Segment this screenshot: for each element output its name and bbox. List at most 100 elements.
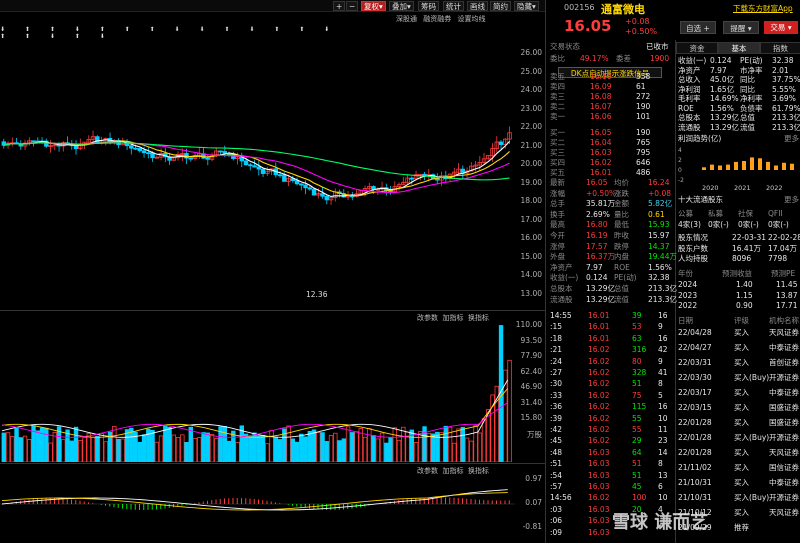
zoom-out-button[interactable]: −: [346, 1, 359, 11]
fund-label: 负债率: [740, 103, 763, 113]
report-date: 22/04/27: [678, 343, 712, 352]
trade-button[interactable]: 交易 ▾: [764, 21, 798, 34]
tick-volume: 75: [632, 390, 642, 400]
ask-price: 16.08: [590, 92, 612, 101]
low-price-label: 12.36: [306, 290, 328, 299]
quote-label: 外盘: [550, 252, 565, 262]
volume-bar: [265, 443, 270, 462]
chips-button[interactable]: 筹码: [418, 1, 439, 11]
quote-label: 涨跌: [614, 188, 629, 198]
kline-chart[interactable]: [0, 36, 515, 311]
macd-chart[interactable]: [0, 474, 515, 543]
volume-bar: [116, 438, 121, 462]
fund-value: 0.124: [710, 56, 732, 65]
margin-link[interactable]: 融资融券: [423, 15, 451, 23]
candle-body: [498, 141, 504, 145]
fuquan-button[interactable]: 复权▾: [361, 1, 386, 11]
app-download-link[interactable]: 下载东方财富App: [733, 3, 793, 14]
volume-bar: [460, 426, 465, 462]
ask-volume: 101: [636, 112, 651, 121]
holder-stat-value: 8096: [732, 254, 752, 263]
profit-axis-label: 4: [678, 147, 682, 154]
alert-button[interactable]: 提醒 ▾: [723, 21, 759, 34]
fund-label: PE(动): [740, 56, 763, 65]
zoom-in-button[interactable]: +: [333, 1, 346, 11]
hk-connect-link[interactable]: 深股通: [396, 15, 417, 23]
candle-body: [243, 160, 249, 166]
forecast-year: 2023: [678, 290, 698, 300]
ask-label: 卖二: [550, 102, 565, 111]
tab-index[interactable]: 指数: [760, 42, 800, 54]
volume-bar: [507, 359, 512, 462]
report-org: 开源证券: [769, 493, 799, 502]
tick-count: 9: [658, 322, 663, 332]
tick-count: 10: [658, 413, 668, 423]
overlay-button[interactable]: 叠加▾: [389, 1, 414, 11]
tab-fund[interactable]: 资金: [676, 42, 718, 54]
fund-value: 45.0亿: [710, 75, 735, 84]
fund-label: 流通股: [678, 122, 701, 132]
fund-value: 213.3亿: [772, 113, 800, 122]
quote-label: PE(动): [614, 273, 637, 283]
volume-bar: [205, 432, 210, 462]
profit-year-label: 2022: [766, 184, 783, 192]
volume-bar: [209, 434, 215, 462]
tick-price: 16.03: [588, 482, 610, 491]
quote-label: 内盘: [614, 252, 629, 262]
candle-body: [435, 178, 440, 181]
draw-line-button[interactable]: 画线: [467, 1, 488, 11]
forecast-header: 年份: [678, 269, 693, 278]
tick-volume: 29: [632, 436, 642, 446]
forecast-year: 2022: [678, 301, 698, 310]
candle-body: [141, 150, 147, 154]
price-tick-label: 15.00: [520, 251, 542, 261]
volume-bar: [1, 432, 6, 462]
bid-price: 16.02: [590, 158, 612, 167]
forecast-pe: 13.87: [776, 290, 798, 300]
bid-label: 买五: [550, 168, 565, 177]
profit-more-link[interactable]: 更多: [784, 134, 799, 144]
ma-settings-link[interactable]: 设置均线: [457, 15, 485, 23]
volume-bar: [48, 442, 53, 462]
quote-label: 今开: [550, 231, 565, 240]
volume-bar: [61, 439, 66, 462]
tick-count: 11: [658, 425, 668, 434]
volume-bar: [5, 432, 11, 462]
quote-label: 金额: [614, 199, 629, 209]
tab-basic[interactable]: 基本: [718, 42, 760, 54]
tick-time: :36: [550, 402, 563, 412]
volume-bar: [154, 441, 159, 462]
brief-button[interactable]: 简约: [490, 1, 511, 11]
ask-volume: 190: [636, 102, 651, 111]
volume-bar: [171, 434, 176, 462]
volume-tick-label: 110.00: [515, 320, 542, 329]
tick-time: :21: [550, 345, 563, 355]
stats-button[interactable]: 统计: [443, 1, 464, 11]
volume-bar: [188, 426, 193, 462]
quote-value: 213.3亿: [648, 284, 677, 293]
volume-bar: [129, 427, 134, 462]
fund-label: 收益(一): [678, 56, 707, 65]
volume-bar: [379, 432, 385, 462]
ask-label: 卖一: [550, 112, 565, 121]
price-tick-label: 24.00: [520, 85, 542, 94]
tick-time: :24: [550, 356, 563, 366]
fund-value: 5.55%: [772, 84, 796, 94]
profit-bar: [766, 161, 770, 170]
hide-button[interactable]: 隐藏▾: [514, 1, 539, 11]
volume-chart[interactable]: [0, 320, 515, 462]
holder-stat-value: 22-02-28: [768, 233, 800, 242]
volume-bar: [73, 426, 79, 462]
tick-time: 14:55: [550, 311, 572, 320]
ask-price: 16.06: [590, 112, 612, 121]
top10-holders-title: 十大流通股东: [678, 195, 723, 204]
volume-bar: [413, 442, 419, 462]
report-rating: 买入: [734, 388, 749, 397]
tick-volume: 328: [632, 368, 647, 377]
quote-value: 0.61: [648, 209, 665, 219]
ask-label: 卖三: [550, 92, 565, 101]
report-header: 日期: [678, 316, 693, 325]
candle-body: [252, 165, 257, 168]
add-watchlist-button[interactable]: 自选 +: [680, 21, 716, 34]
holders-more-link[interactable]: 更多: [784, 195, 799, 205]
